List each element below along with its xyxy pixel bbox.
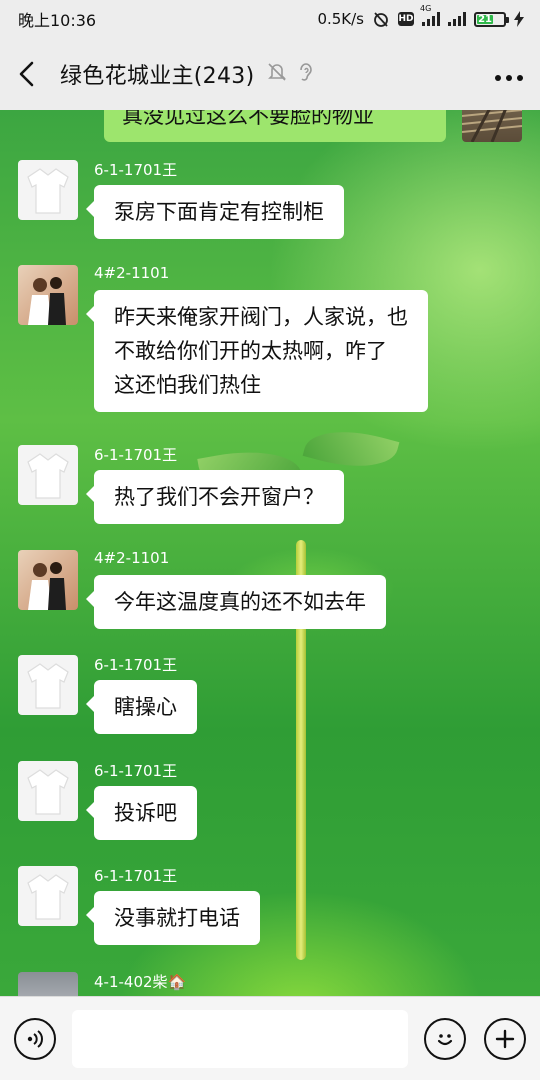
avatar[interactable] [18, 655, 78, 715]
sender-name: 4#2-1101 [94, 549, 170, 567]
message-bubble[interactable]: 昨天来俺家开阀门，人家说，也 不敢给你们开的太热啊，咋了 这还怕我们热住 [86, 290, 428, 412]
battery-icon: 21 [474, 11, 509, 27]
signal-icon [448, 12, 466, 26]
message-row: 6-1-1701王 热了我们不会开窗户？ [18, 445, 344, 524]
plus-icon [495, 1029, 515, 1048]
network-type-label: 4G [420, 4, 432, 13]
couple-avatar-icon [28, 562, 66, 610]
chevron-left-icon [19, 61, 34, 87]
white-shirt-avatar-icon [27, 769, 69, 815]
back-button[interactable] [16, 54, 44, 94]
message-bubble[interactable]: 热了我们不会开窗户？ [86, 470, 344, 524]
sender-name: 4-1-402柴🏠 [94, 973, 187, 991]
message-row: 4-1-402柴🏠 [18, 972, 186, 996]
chat-area[interactable]: 真没见过这么不要脸的物业 6-1-1701王 泵房下面肯定有控制柜 4#2-11… [0, 110, 540, 996]
sender-name: 4#2-1101 [94, 264, 170, 282]
message-bubble[interactable]: 瞎操心 [86, 680, 197, 734]
message-input[interactable] [72, 1009, 408, 1068]
hd-icon: HD [398, 12, 414, 26]
message-bubble[interactable]: 投诉吧 [86, 786, 197, 840]
white-shirt-avatar-icon [27, 453, 69, 499]
message-row: 6-1-1701王 投诉吧 [18, 761, 197, 840]
white-shirt-avatar-icon [27, 168, 69, 214]
message-row: 6-1-1701王 没事就打电话 [18, 866, 260, 945]
sender-name: 6-1-1701王 [94, 161, 178, 179]
avatar[interactable] [18, 866, 78, 926]
avatar[interactable] [18, 445, 78, 505]
my-avatar[interactable] [462, 110, 522, 142]
more-icon [495, 75, 523, 81]
more-button[interactable] [494, 59, 524, 89]
status-right: 0.5K/s HD 4G 21 [317, 4, 524, 28]
message-bubble[interactable]: 今年这温度真的还不如去年 [86, 575, 386, 629]
voice-icon [27, 1029, 43, 1048]
alarm-off-icon [372, 10, 390, 28]
page-title: 绿色花城业主(243) [60, 64, 255, 89]
message-bubble[interactable]: 没事就打电话 [86, 891, 260, 945]
status-time: 晚上10:36 [18, 11, 97, 30]
message-bubble[interactable]: 泵房下面肯定有控制柜 [86, 185, 344, 239]
message-row: 4#2-1101 今年这温度真的还不如去年 [18, 549, 386, 629]
sender-name: 6-1-1701王 [94, 867, 178, 885]
input-bar [0, 996, 540, 1080]
battery-level: 21 [477, 13, 494, 25]
more-actions-button[interactable] [484, 1017, 526, 1060]
ear-icon [296, 61, 316, 87]
sender-name: 6-1-1701王 [94, 446, 178, 464]
network-speed: 0.5K/s [317, 10, 364, 28]
emoji-button[interactable] [424, 1017, 466, 1060]
voice-button[interactable] [14, 1017, 56, 1060]
signal-4g-icon: 4G [420, 4, 440, 26]
my-message-bubble[interactable]: 真没见过这么不要脸的物业 [104, 110, 446, 142]
message-row: 6-1-1701王 泵房下面肯定有控制柜 [18, 160, 344, 239]
sender-name: 6-1-1701王 [94, 656, 178, 674]
couple-avatar-icon [28, 277, 66, 325]
avatar[interactable] [18, 265, 78, 325]
charging-icon [514, 11, 524, 27]
chat-header: 绿色花城业主(243) [0, 38, 540, 110]
white-shirt-avatar-icon [27, 874, 69, 920]
emoji-icon [437, 1033, 453, 1045]
sender-name: 6-1-1701王 [94, 762, 178, 780]
white-shirt-avatar-icon [27, 663, 69, 709]
message-row: 4#2-1101 昨天来俺家开阀门，人家说，也 不敢给你们开的太热啊，咋了 这还… [18, 264, 428, 412]
avatar[interactable] [18, 761, 78, 821]
status-bar: 晚上10:36 0.5K/s HD 4G 21 [0, 0, 540, 38]
bell-off-icon [266, 61, 288, 87]
avatar[interactable] [18, 972, 78, 996]
message-row: 6-1-1701王 瞎操心 [18, 655, 197, 734]
avatar[interactable] [18, 550, 78, 610]
avatar[interactable] [18, 160, 78, 220]
